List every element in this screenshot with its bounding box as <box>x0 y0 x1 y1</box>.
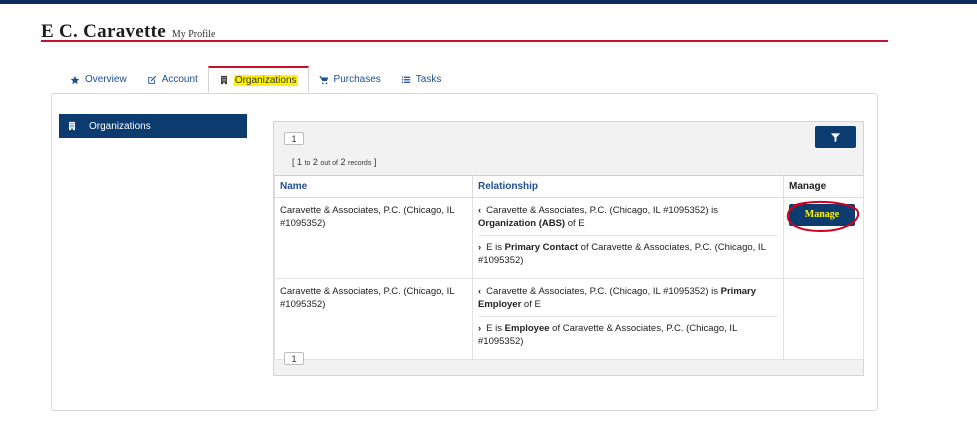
column-header-manage: Manage <box>783 175 864 198</box>
tab-organizations[interactable]: Organizations <box>207 66 309 93</box>
org-name-cell: Caravette & Associates, P.C. (Chicago, I… <box>274 278 473 360</box>
relationship-role: Organization (ABS) <box>478 218 566 229</box>
records-to: to <box>304 160 311 167</box>
profile-name: E C. Caravette <box>41 21 167 42</box>
filter-button[interactable] <box>815 126 856 148</box>
manage-cell: Manage <box>783 197 864 279</box>
title-divider <box>41 40 888 42</box>
tab-purchases[interactable]: Purchases <box>309 66 391 93</box>
chevron-right-icon: › <box>478 323 482 334</box>
relationship-text: E is <box>486 323 505 334</box>
tab-tasks[interactable]: Tasks <box>391 66 452 93</box>
relationship-item: ‹ Caravette & Associates, P.C. (Chicago, … <box>478 285 778 316</box>
profile-subtitle: My Profile <box>171 29 216 40</box>
relationship-item: › E is Primary Contact of Caravette & Ass… <box>478 235 778 272</box>
tab-label: Account <box>161 74 198 85</box>
org-name-cell: Caravette & Associates, P.C. (Chicago, I… <box>274 197 473 279</box>
relationship-item: ‹ Caravette & Associates, P.C. (Chicago, … <box>478 204 778 235</box>
profile-tabs: Overview Account Organizations Purchases… <box>60 66 451 93</box>
top-bar <box>0 0 977 4</box>
records-word: records <box>347 160 372 167</box>
filter-icon <box>830 132 841 142</box>
relationship-text: of E <box>521 299 541 310</box>
records-close: ] <box>373 157 377 167</box>
pager-page-button-bottom[interactable]: 1 <box>284 352 304 365</box>
chevron-right-icon: › <box>478 242 482 253</box>
cart-icon <box>318 75 328 84</box>
sidebar-item-organizations[interactable]: Organizations <box>59 114 247 138</box>
records-start: [ 1 <box>292 157 303 167</box>
relationship-role: Primary Contact <box>504 242 579 253</box>
sidebar-item-label: Organizations <box>89 120 151 132</box>
tab-label: Purchases <box>333 74 381 85</box>
records-end: 2 <box>312 157 318 167</box>
edit-icon <box>147 75 156 84</box>
records-total: 2 <box>340 157 346 167</box>
relationship-text: of E <box>565 218 585 229</box>
chevron-left-icon: ‹ <box>478 286 482 297</box>
relationship-text: Caravette & Associates, P.C. (Chicago, I… <box>486 205 718 216</box>
pager-page-button[interactable]: 1 <box>284 132 304 145</box>
chevron-left-icon: ‹ <box>478 205 482 216</box>
manage-wrap: Manage <box>786 200 860 234</box>
table-header-row: Name Relationship Manage <box>274 175 864 198</box>
table-row: Caravette & Associates, P.C. (Chicago, I… <box>274 278 864 360</box>
tab-label: Overview <box>85 74 127 85</box>
list-icon <box>401 76 410 83</box>
table-row: Caravette & Associates, P.C. (Chicago, I… <box>274 197 864 279</box>
relationship-role: Employee <box>504 323 550 334</box>
building-icon <box>69 121 75 131</box>
manage-cell <box>783 278 864 360</box>
tab-account[interactable]: Account <box>137 66 208 93</box>
organizations-table: Name Relationship Manage Caravette & Ass… <box>274 175 864 360</box>
column-header-name[interactable]: Name <box>274 175 473 198</box>
records-out-of: out of <box>320 160 338 167</box>
building-icon <box>220 75 227 85</box>
relationship-cell: ‹ Caravette & Associates, P.C. (Chicago, … <box>472 197 784 279</box>
relationship-item: › E is Employee of Caravette & Associates… <box>478 316 778 353</box>
tab-label: Tasks <box>415 74 442 85</box>
relationship-text: E is <box>486 242 505 253</box>
organizations-grid: 1 [ 1 to 2 out of 2 records ] Name Relat… <box>273 121 864 376</box>
column-header-relationship[interactable]: Relationship <box>472 175 784 198</box>
tab-overview[interactable]: Overview <box>60 66 137 93</box>
star-icon <box>70 75 80 84</box>
relationship-cell: ‹ Caravette & Associates, P.C. (Chicago, … <box>472 278 784 360</box>
manage-button[interactable]: Manage <box>789 204 855 226</box>
tab-label: Organizations <box>233 74 298 86</box>
relationship-text: Caravette & Associates, P.C. (Chicago, I… <box>486 286 721 297</box>
records-summary: [ 1 to 2 out of 2 records ] <box>292 157 376 167</box>
